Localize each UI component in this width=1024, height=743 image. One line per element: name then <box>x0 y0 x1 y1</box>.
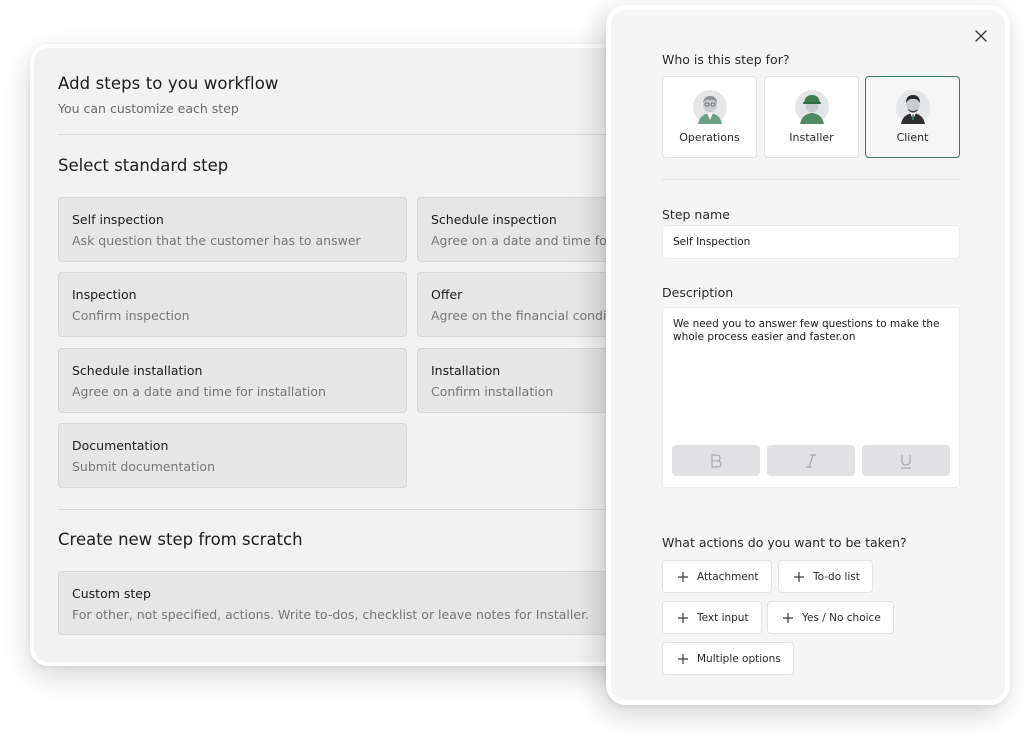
bold-icon <box>711 453 722 468</box>
step-title: Inspection <box>72 287 137 302</box>
step-title: Documentation <box>72 438 169 453</box>
plus-icon <box>678 653 688 664</box>
action-label: Multiple options <box>697 652 781 665</box>
underline-icon <box>901 454 911 469</box>
step-card-inspection[interactable]: Inspection Confirm inspection <box>58 272 407 337</box>
standard-step-heading: Select standard step <box>58 156 229 175</box>
close-icon[interactable] <box>973 28 989 44</box>
divider <box>58 134 666 135</box>
divider <box>662 179 960 180</box>
client-avatar-icon <box>896 90 930 124</box>
action-label: Text input <box>697 611 749 624</box>
installer-avatar-icon <box>795 90 829 124</box>
step-description: Submit documentation <box>72 459 215 474</box>
scratch-step-heading: Create new step from scratch <box>58 530 303 549</box>
step-title: Self inspection <box>72 212 164 227</box>
add-yes-no-choice-button[interactable]: Yes / No choice <box>767 601 894 634</box>
operations-avatar-icon <box>693 90 727 124</box>
plus-icon <box>678 612 688 623</box>
add-todo-list-button[interactable]: To-do list <box>778 560 873 593</box>
role-label: Client <box>896 131 929 144</box>
step-card-documentation[interactable]: Documentation Submit documentation <box>58 423 407 488</box>
step-card-schedule-installation[interactable]: Schedule installation Agree on a date an… <box>58 348 407 413</box>
step-name-label: Step name <box>662 207 730 222</box>
step-title: Custom step <box>72 586 151 601</box>
page-title: Add steps to you workflow <box>58 74 279 93</box>
step-name-input[interactable]: Self Inspection <box>662 225 960 259</box>
add-text-input-button[interactable]: Text input <box>662 601 762 634</box>
add-attachment-button[interactable]: Attachment <box>662 560 772 593</box>
action-label: Yes / No choice <box>802 611 881 624</box>
description-text: We need you to answer few questions to m… <box>673 318 940 343</box>
plus-icon <box>794 571 804 582</box>
step-description: For other, not specified, actions. Write… <box>72 607 590 622</box>
step-description: Confirm inspection <box>72 308 190 323</box>
who-label: Who is this step for? <box>662 52 790 67</box>
role-card-operations[interactable]: Operations <box>662 76 757 158</box>
actions-label: What actions do you want to be taken? <box>662 535 907 550</box>
divider <box>58 509 666 510</box>
italic-icon <box>806 453 816 468</box>
step-description: Ask question that the customer has to an… <box>72 233 361 248</box>
step-description: Agree on a date and time for installatio… <box>72 384 326 399</box>
description-label: Description <box>662 285 734 300</box>
role-label: Operations <box>679 131 740 144</box>
step-card-self-inspection[interactable]: Self inspection Ask question that the cu… <box>58 197 407 262</box>
step-settings-panel: Who is this step for? Operations Install… <box>606 5 1010 705</box>
action-label: Attachment <box>697 570 759 583</box>
action-label: To-do list <box>813 570 860 583</box>
role-card-installer[interactable]: Installer <box>764 76 859 158</box>
page-subtitle: You can customize each step <box>58 101 239 116</box>
add-multiple-options-button[interactable]: Multiple options <box>662 642 794 675</box>
step-card-custom[interactable]: Custom step For other, not specified, ac… <box>58 571 618 635</box>
step-title: Schedule installation <box>72 363 203 378</box>
plus-icon <box>783 612 793 623</box>
plus-icon <box>678 571 688 582</box>
italic-button[interactable] <box>767 445 855 476</box>
bold-button[interactable] <box>672 445 760 476</box>
underline-button[interactable] <box>862 445 950 476</box>
role-label: Installer <box>789 131 834 144</box>
workflow-steps-card: Add steps to you workflow You can custom… <box>30 44 766 666</box>
role-card-client[interactable]: Client <box>865 76 960 158</box>
